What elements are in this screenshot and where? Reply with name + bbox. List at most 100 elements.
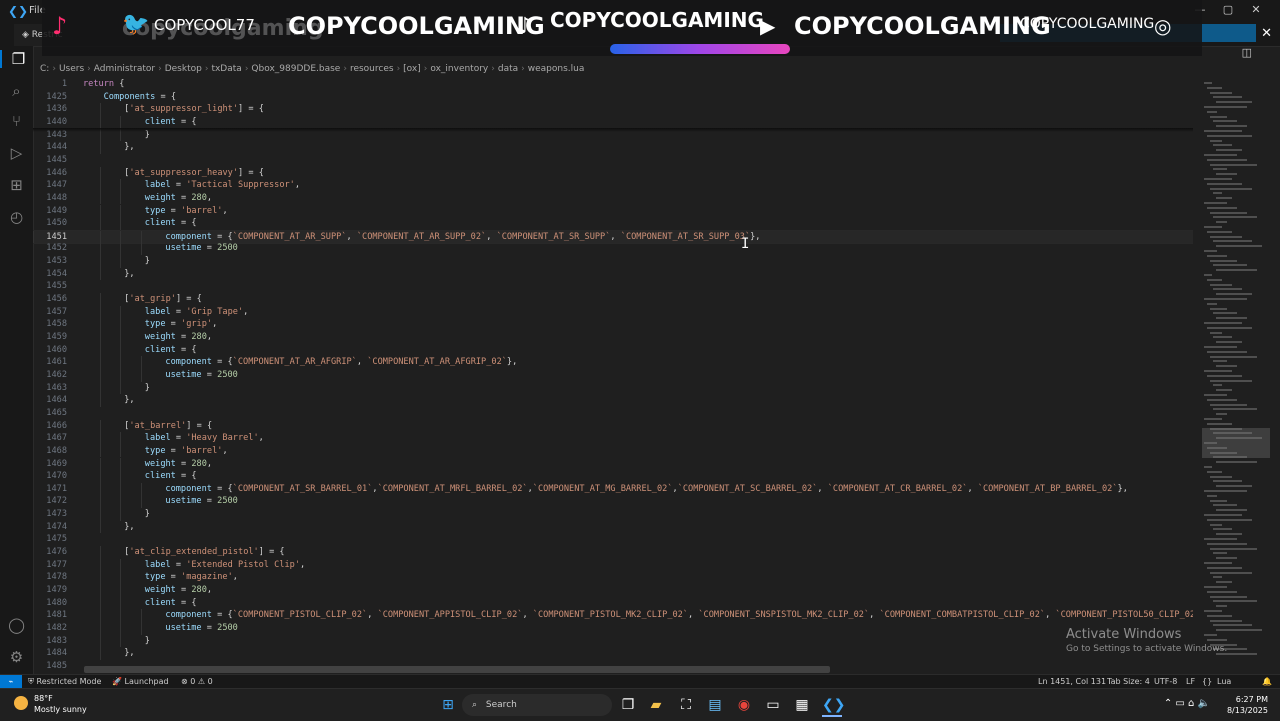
store-icon[interactable]: ⛶ [676,695,696,715]
breadcrumb-segment[interactable]: [ox] [403,64,421,74]
code-line[interactable]: 1469 weight = 280, [33,457,1193,471]
code-line[interactable]: 1467 label = 'Heavy Barrel', [33,432,1193,445]
code-line[interactable]: 1450 client = { [33,217,1193,230]
code-line[interactable]: 1457 label = 'Grip Tape', [33,305,1193,319]
breadcrumb-segment[interactable]: data [498,64,518,74]
close-icon[interactable]: ✕ [1261,26,1272,41]
cursor-position[interactable]: Ln 1451, Col 131 [1038,675,1106,689]
split-editor-icon[interactable]: ◫ [1242,46,1252,59]
remote-indicator[interactable]: ⌁ [0,675,22,689]
code-line[interactable]: 1 return { [33,78,1193,91]
code-line[interactable]: 1466 ['at_barrel'] = { [33,419,1193,433]
horizontal-scrollbar[interactable] [84,666,830,673]
language-mode[interactable]: Lua [1217,675,1231,689]
braces-icon[interactable]: {} [1202,675,1212,689]
code-line[interactable]: 1453} [33,255,1193,268]
code-line[interactable]: 1436 ['at_suppressor_light'] = { [33,103,1193,116]
taskbar-search[interactable]: ⌕ Search [462,694,612,716]
notifications-icon[interactable]: 🔔 [1262,675,1272,689]
gear-icon[interactable]: ⚙ [0,648,33,666]
launchpad-status[interactable]: 🚀 Launchpad [112,675,169,689]
code-line[interactable]: 1471 component = {`COMPONENT_AT_SR_BARREL… [33,482,1193,496]
code-line[interactable]: 1462 usetime = 2500 [33,368,1193,382]
code-line[interactable]: 1484}, [33,647,1193,660]
code-line[interactable]: 1444}, [33,141,1193,154]
breadcrumb-segment[interactable]: ox_inventory [430,64,488,74]
code-line[interactable]: 1468 type = 'barrel', [33,444,1193,458]
maximize-button[interactable]: ▢ [1214,3,1242,16]
vscode-taskbar-icon[interactable]: ❮❯ [822,695,845,717]
source-control-icon[interactable]: ⑂ [0,112,33,130]
breadcrumb-segment[interactable]: txData [211,64,241,74]
code-line[interactable]: 1440 client = { [33,115,1193,129]
code-line[interactable]: 1479 weight = 280, [33,584,1193,597]
indent-guide [140,495,142,509]
code-line[interactable]: 1476 ['at_clip_extended_pistol'] = { [33,546,1193,559]
chrome-icon[interactable]: ◉ [734,695,754,715]
remote-explorer-icon[interactable]: ◴ [0,208,33,226]
code-line[interactable]: 1477 label = 'Extended Pistol Clip', [33,558,1193,572]
code-line[interactable]: 1474}, [33,520,1193,534]
code-line[interactable]: 1452 usetime = 2500 [33,242,1193,256]
code-line[interactable]: 1460 client = { [33,343,1193,357]
code-line[interactable]: 1459 weight = 280, [33,331,1193,344]
terminal-icon[interactable]: ▭ [763,695,783,715]
calculator-icon[interactable]: ▦ [792,695,812,715]
breadcrumb-segment[interactable]: Administrator [94,64,155,74]
breadcrumb-segment[interactable]: weapons.lua [528,64,585,74]
tab-size[interactable]: Tab Size: 4 [1107,675,1150,689]
breadcrumb-segment[interactable]: Users [59,64,84,74]
code-line[interactable]: 1448 weight = 280, [33,191,1193,205]
minimap[interactable] [1200,78,1272,674]
code-line[interactable]: 1483} [33,634,1193,648]
code-line[interactable]: 1478 type = 'magazine', [33,571,1193,584]
breadcrumb-segment[interactable]: Qbox_989DDE.base [251,64,340,74]
code-line[interactable]: 1447 label = 'Tactical Suppressor', [33,179,1193,192]
windows-start-icon[interactable]: ⊞ [438,695,458,715]
task-view-icon[interactable]: ❐ [618,695,638,715]
minimap-slider[interactable] [1202,428,1270,458]
code-line[interactable]: 1446 ['at_suppressor_heavy'] = { [33,166,1193,180]
line-code: ['at_suppressor_light'] = { [124,104,264,115]
end-of-line[interactable]: LF [1186,675,1195,689]
breadcrumb-segment[interactable]: Desktop [165,64,202,74]
code-line[interactable]: 1455 [33,280,1193,293]
extensions-icon[interactable]: ⊞ [0,176,33,194]
weather-widget[interactable]: 88°F Mostly sunny [34,693,87,715]
vertical-scrollbar[interactable] [1272,78,1280,674]
code-line[interactable]: 1475 [33,533,1193,546]
code-line[interactable]: 1425 Components = { [33,91,1193,104]
breadcrumb-segment[interactable]: C: [40,64,49,74]
code-line[interactable]: 1458 type = 'grip', [33,318,1193,331]
code-line[interactable]: 1482 usetime = 2500 [33,621,1193,635]
code-line[interactable]: 1481 component = {`COMPONENT_PISTOL_CLIP_… [33,609,1193,622]
search-icon[interactable]: ⌕ [0,82,33,100]
close-window-button[interactable]: ✕ [1242,3,1270,16]
system-tray[interactable]: ⌃ ▭ ⌂ 🔈 [1164,698,1210,709]
problems-status[interactable]: ⊗ 0 ⚠ 0 [181,675,213,689]
code-line[interactable]: 1463} [33,381,1193,395]
code-line[interactable]: 1465 [33,407,1193,420]
code-line[interactable]: 1480 client = { [33,596,1193,610]
code-line[interactable]: 1456 ['at_grip'] = { [33,293,1193,306]
run-debug-icon[interactable]: ▷ [0,144,33,162]
notepad-icon[interactable]: ▤ [705,695,725,715]
encoding[interactable]: UTF-8 [1154,675,1177,689]
code-line[interactable]: 1464}, [33,394,1193,407]
line-number: 1476 [46,547,67,558]
code-line[interactable]: 1445 [33,154,1193,167]
code-line[interactable]: 1470 client = { [33,470,1193,483]
taskbar-clock[interactable]: 6:27 PM 8/13/2025 [1227,694,1268,716]
explorer-icon[interactable]: ❐ [0,50,35,68]
code-line[interactable]: 1472 usetime = 2500 [33,495,1193,509]
restricted-mode-status[interactable]: ⛨ Restricted Mode [28,675,101,689]
code-line[interactable]: 1449 type = 'barrel', [33,204,1193,218]
breadcrumb-segment[interactable]: resources [350,64,394,74]
line-code: type = 'grip', [144,319,218,330]
account-icon[interactable]: ◯ [0,616,33,634]
code-line[interactable]: 1473} [33,508,1193,521]
code-line[interactable]: 1454}, [33,267,1193,281]
code-line[interactable]: 1461 component = {`COMPONENT_AT_AR_AFGRIP… [33,356,1193,369]
file-explorer-icon[interactable]: ▰ [646,695,666,715]
code-editor[interactable]: 1 return {1425 Components = {1436 ['at_supp… [33,78,1193,674]
